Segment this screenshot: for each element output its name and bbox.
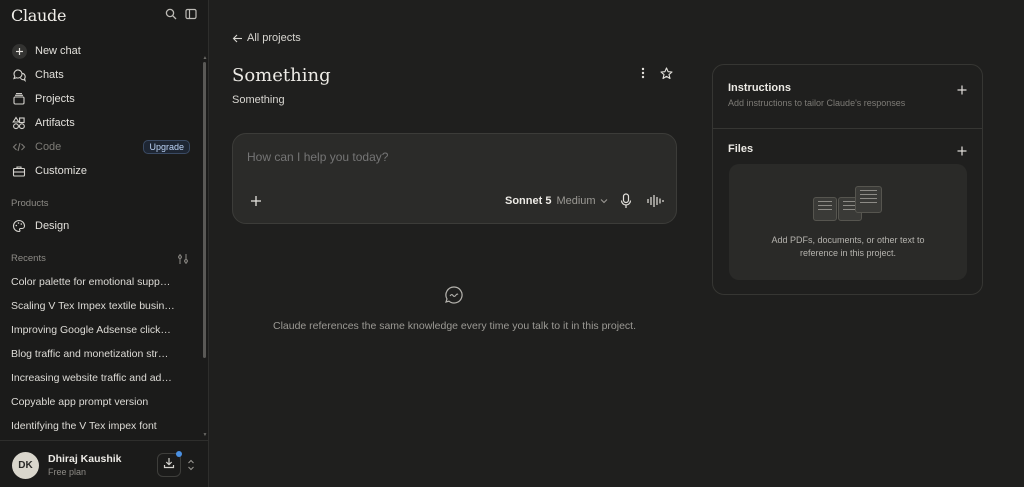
add-instructions-icon[interactable] bbox=[957, 82, 969, 95]
model-selector[interactable]: Sonnet 5 Medium bbox=[505, 195, 608, 207]
products-heading: Products bbox=[11, 198, 49, 209]
model-name: Sonnet 5 bbox=[505, 195, 552, 207]
files-dropzone[interactable]: Add PDFs, documents, or other text to re… bbox=[729, 164, 967, 280]
project-knowledge-panel: Instructions Add instructions to tailor … bbox=[712, 64, 983, 295]
sidebar-item-label: New chat bbox=[35, 45, 81, 57]
sidebar-item-label: Chats bbox=[35, 69, 64, 81]
scroll-up-arrow[interactable]: ▲ bbox=[202, 55, 208, 61]
add-files-icon[interactable] bbox=[957, 143, 969, 156]
more-options-icon[interactable] bbox=[636, 66, 650, 80]
document-icon bbox=[813, 197, 837, 221]
sidebar-item-artifacts[interactable]: Artifacts bbox=[8, 112, 196, 134]
avatar: DK bbox=[12, 452, 39, 479]
user-menu[interactable]: DK Dhiraj Kaushik Free plan bbox=[0, 440, 208, 487]
user-plan: Free plan bbox=[48, 467, 87, 477]
plus-icon bbox=[11, 43, 27, 59]
chevron-down-icon bbox=[600, 198, 608, 204]
recent-chat-item[interactable]: Copyable app prompt version bbox=[11, 396, 181, 408]
sidebar-item-label: Projects bbox=[35, 93, 75, 105]
add-attachment-icon[interactable] bbox=[250, 194, 264, 208]
toolbox-icon bbox=[11, 163, 27, 179]
recent-chat-item[interactable]: Scaling V Tex Impex textile busin… bbox=[11, 300, 181, 312]
sidebar: Claude New chat Chats Projects Artifacts… bbox=[0, 0, 209, 487]
sidebar-item-label: Artifacts bbox=[35, 117, 75, 129]
files-heading: Files bbox=[728, 143, 754, 155]
model-effort: Medium bbox=[556, 195, 596, 207]
files-help-line-1: Add PDFs, documents, or other text to bbox=[771, 235, 925, 245]
user-name: Dhiraj Kaushik bbox=[48, 453, 122, 465]
notification-dot bbox=[176, 451, 182, 457]
chat-composer: Sonnet 5 Medium bbox=[232, 133, 677, 224]
filter-icon[interactable] bbox=[177, 252, 189, 264]
sidebar-item-projects[interactable]: Projects bbox=[8, 88, 196, 110]
palette-icon bbox=[11, 218, 27, 234]
project-description: Something bbox=[232, 94, 285, 106]
instructions-description: Add instructions to tailor Claude's resp… bbox=[728, 98, 906, 108]
sidebar-item-design[interactable]: Design bbox=[8, 215, 196, 237]
voice-mode-icon[interactable] bbox=[646, 194, 664, 208]
scroll-down-arrow[interactable]: ▼ bbox=[202, 432, 208, 438]
all-projects-link[interactable]: All projects bbox=[232, 32, 301, 44]
recent-chat-item[interactable]: Identifying the V Tex impex font bbox=[11, 420, 181, 432]
sidebar-toggle-icon[interactable] bbox=[184, 7, 198, 21]
empty-state-text: Claude references the same knowledge eve… bbox=[272, 320, 636, 332]
chat-bubble-icon bbox=[444, 285, 464, 305]
sidebar-scrollbar[interactable] bbox=[203, 62, 206, 358]
files-help-text: Add PDFs, documents, or other text to re… bbox=[749, 234, 947, 260]
star-icon[interactable] bbox=[659, 66, 673, 80]
chevron-updown-icon[interactable] bbox=[187, 457, 195, 473]
download-icon bbox=[163, 456, 175, 474]
panel-divider bbox=[713, 128, 982, 129]
sidebar-item-customize[interactable]: Customize bbox=[8, 160, 196, 182]
recents-heading: Recents bbox=[11, 253, 46, 264]
sidebar-item-new-chat[interactable]: New chat bbox=[8, 40, 196, 62]
sidebar-item-label: Design bbox=[35, 220, 70, 232]
search-icon[interactable] bbox=[164, 7, 178, 21]
projects-icon bbox=[11, 91, 27, 107]
recent-chat-item[interactable]: Blog traffic and monetization str… bbox=[11, 348, 181, 360]
document-icon bbox=[855, 186, 882, 213]
artifacts-icon bbox=[11, 115, 27, 131]
code-icon bbox=[11, 139, 27, 155]
instructions-heading: Instructions bbox=[728, 82, 791, 94]
sidebar-item-label: Customize bbox=[35, 165, 87, 177]
all-projects-label: All projects bbox=[247, 32, 301, 44]
brand-logo[interactable]: Claude bbox=[11, 6, 66, 25]
recent-chat-item[interactable]: Improving Google Adsense click… bbox=[11, 324, 181, 336]
page-title: Something bbox=[232, 65, 331, 86]
upgrade-badge[interactable]: Upgrade bbox=[143, 140, 190, 154]
message-input[interactable] bbox=[247, 150, 647, 164]
chat-icon bbox=[11, 67, 27, 83]
sidebar-item-label: Code bbox=[35, 141, 62, 153]
sidebar-item-chats[interactable]: Chats bbox=[8, 64, 196, 86]
arrow-left-icon bbox=[232, 33, 243, 44]
recent-chat-item[interactable]: Increasing website traffic and ad… bbox=[11, 372, 181, 384]
sidebar-item-code[interactable]: Code Upgrade bbox=[8, 136, 196, 158]
microphone-icon[interactable] bbox=[619, 193, 633, 209]
recent-chat-item[interactable]: Color palette for emotional supp… bbox=[11, 276, 181, 288]
files-help-line-2: reference in this project. bbox=[799, 248, 897, 258]
